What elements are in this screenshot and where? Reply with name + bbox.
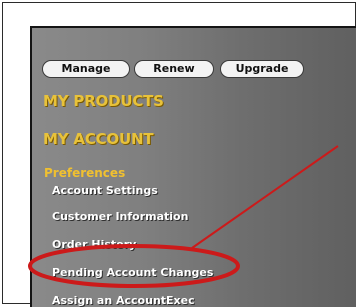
section-my-products[interactable]: MY PRODUCTS	[43, 92, 164, 110]
preferences-heading: Preferences	[44, 166, 126, 180]
menu-item-account-settings[interactable]: Account Settings	[52, 184, 158, 197]
account-sidebar: Manage Renew Upgrade MY PRODUCTS MY ACCO…	[30, 26, 356, 307]
menu-item-order-history[interactable]: Order History	[52, 238, 136, 251]
menu-item-pending-account-changes[interactable]: Pending Account Changes	[52, 266, 213, 279]
upgrade-button[interactable]: Upgrade	[220, 60, 304, 78]
menu-item-assign-accountexec[interactable]: Assign an AccountExec	[52, 294, 195, 307]
renew-button[interactable]: Renew	[134, 60, 214, 78]
menu-item-customer-information[interactable]: Customer Information	[52, 210, 188, 223]
manage-button[interactable]: Manage	[42, 60, 130, 78]
section-my-account[interactable]: MY ACCOUNT	[43, 130, 154, 148]
